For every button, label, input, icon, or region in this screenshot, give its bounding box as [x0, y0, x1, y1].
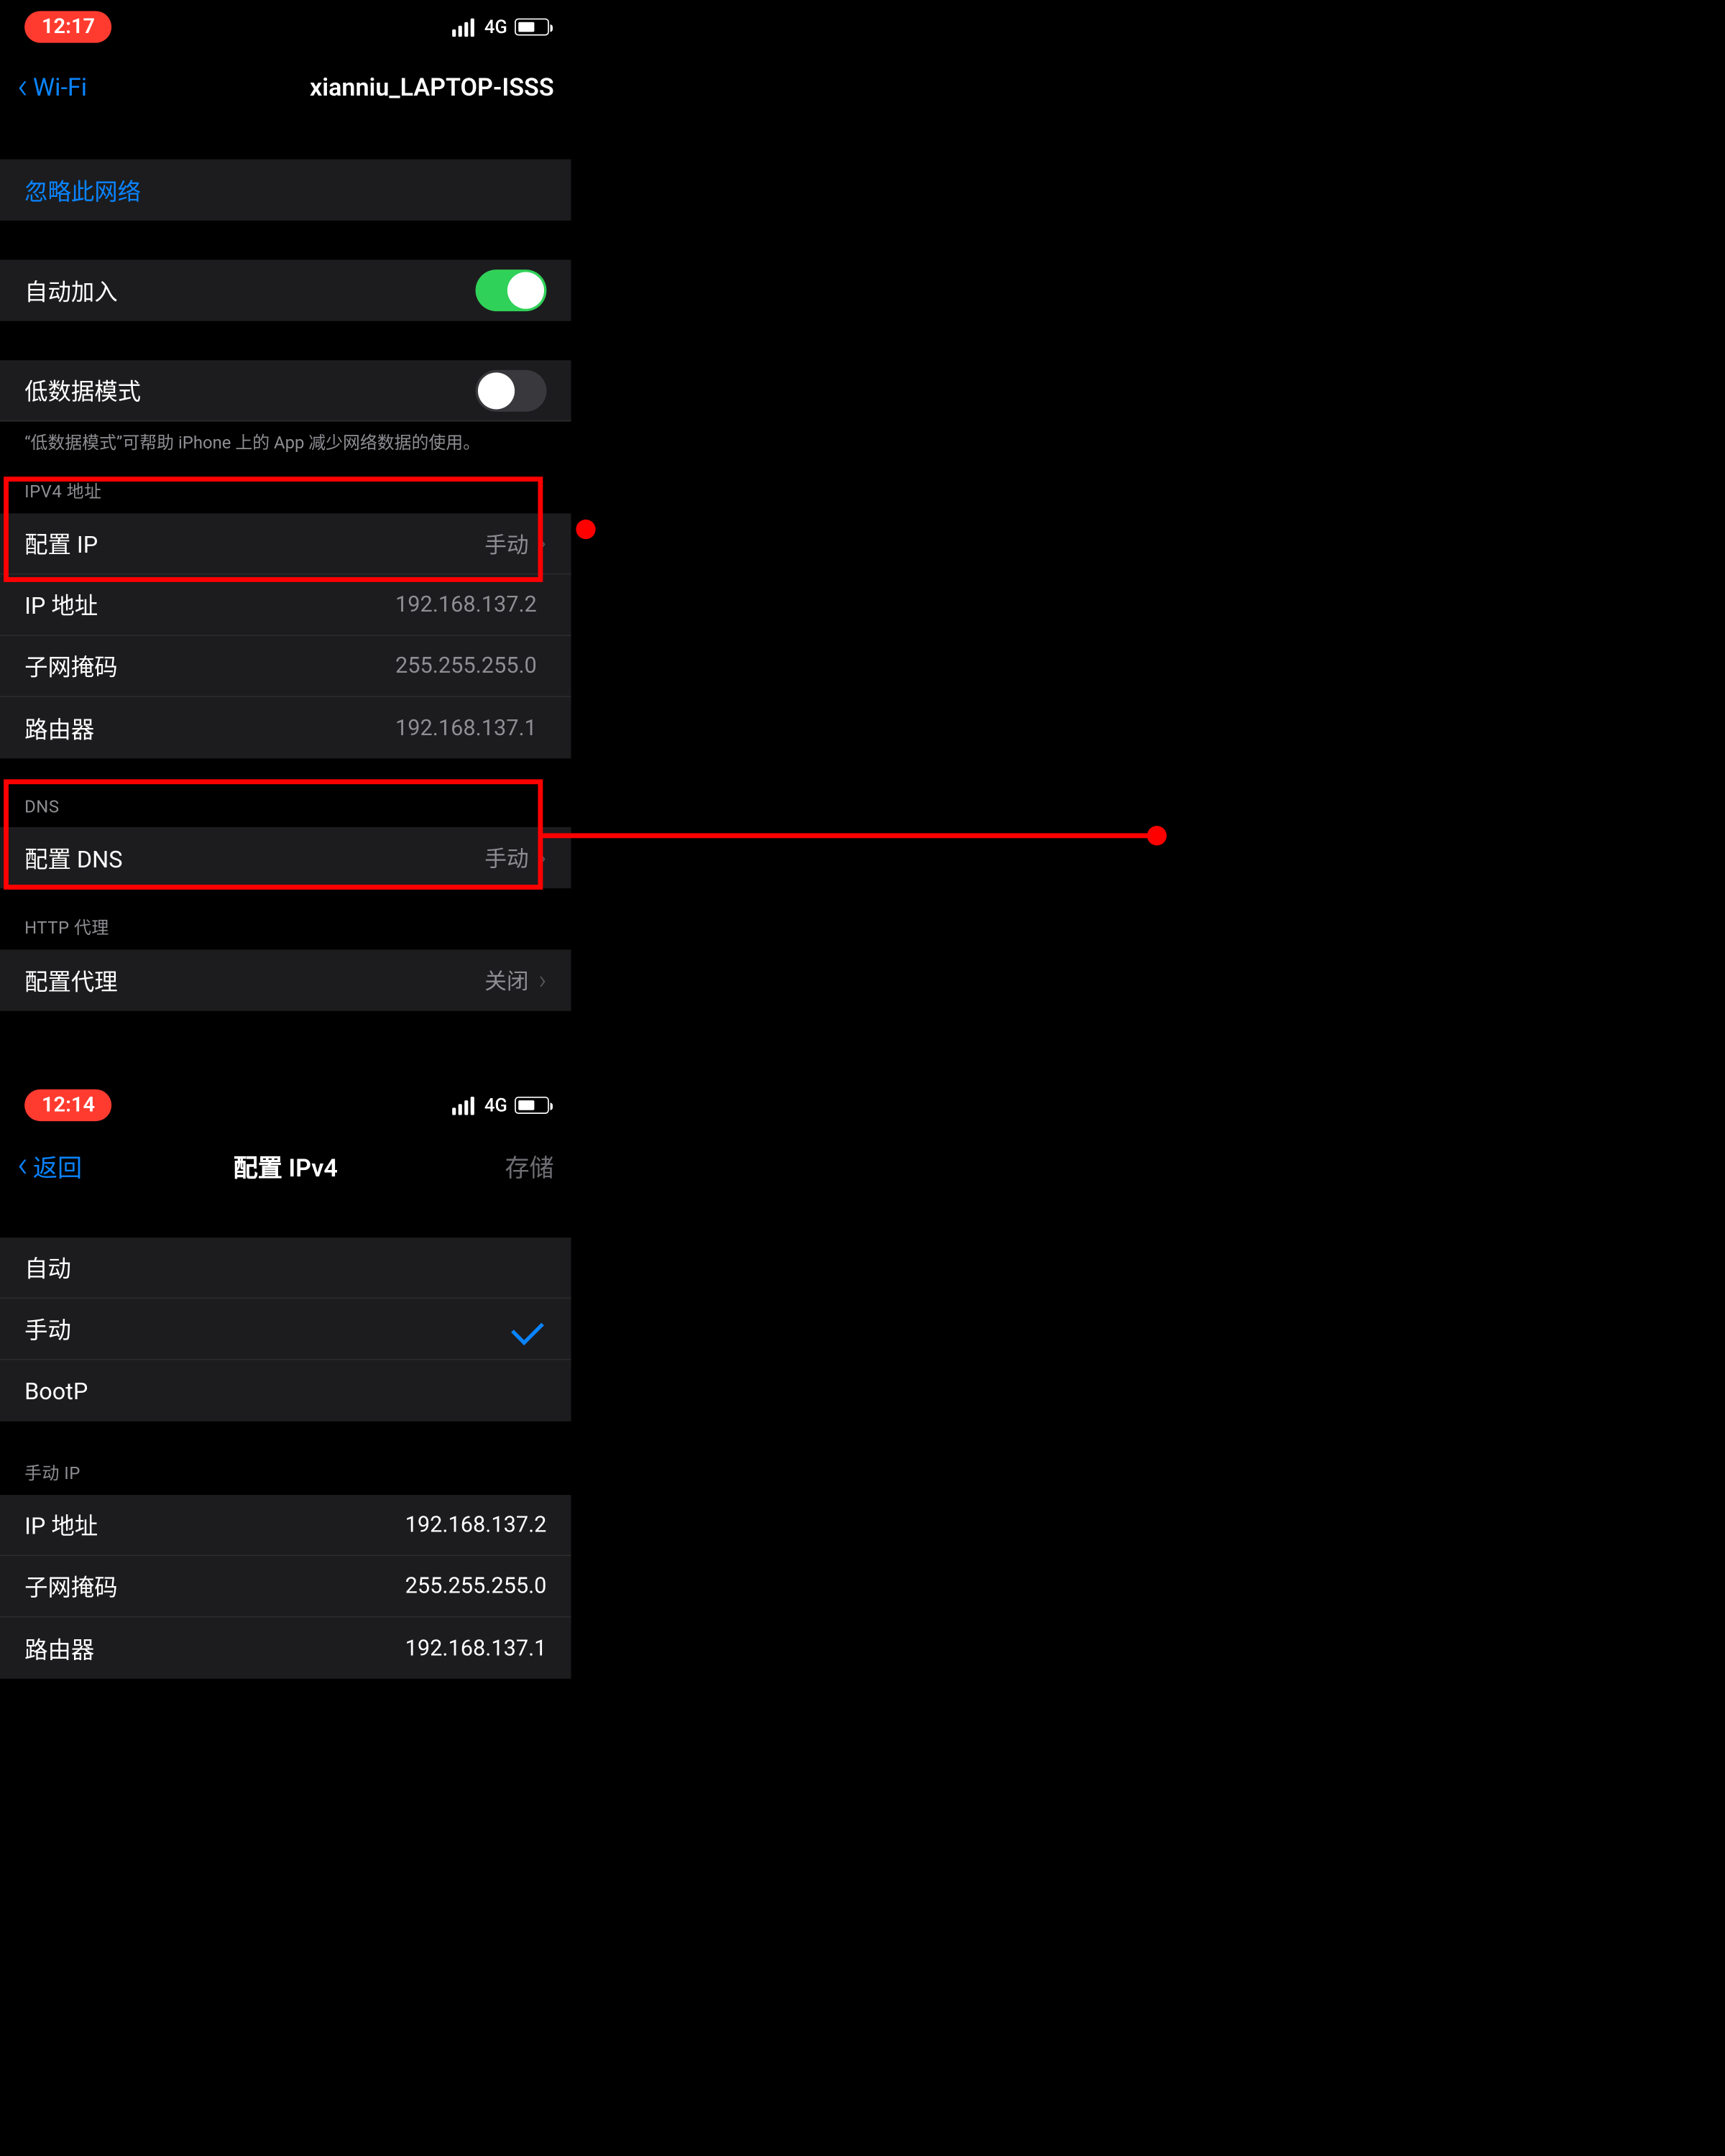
chevron-right-icon: ›	[538, 965, 546, 996]
dns-section-header: DNS	[0, 798, 571, 827]
manual-ip-header: 手动 IP	[0, 1460, 571, 1495]
battery-icon	[515, 19, 549, 36]
chevron-left-icon: ‹	[17, 1147, 28, 1184]
highlight-dot	[576, 520, 595, 539]
subnet-row: 子网掩码 255.255.255.0	[0, 636, 571, 697]
back-button[interactable]: ‹ Wi-Fi	[17, 68, 87, 105]
configure-proxy-value: 关闭	[484, 964, 528, 996]
option-auto-label: 自动	[24, 1251, 546, 1284]
router-row: 路由器 192.168.137.1	[0, 697, 571, 758]
auto-join-label: 自动加入	[24, 274, 475, 307]
configure-ip-label: 配置 IP	[24, 527, 484, 560]
nav-bar: ‹ Wi-Fi xianniu_LAPTOP-ISSS	[0, 54, 571, 120]
router-label: 路由器	[24, 711, 395, 745]
back-button[interactable]: ‹ 返回	[17, 1147, 82, 1184]
ip-address-label: IP 地址	[24, 588, 395, 621]
configure-dns-value: 手动	[484, 842, 528, 873]
screenshot-configure-ipv4: 12:14 4G ‹ 返回 配置 IPv4 存储 自动 手动	[0, 1078, 571, 2156]
save-button[interactable]: 存储	[505, 1148, 553, 1183]
nav-bar: ‹ 返回 配置 IPv4 存储	[0, 1132, 571, 1198]
subnet-label: 子网掩码	[24, 650, 395, 683]
configure-proxy-row[interactable]: 配置代理 关闭 ›	[0, 949, 571, 1010]
option-manual-label: 手动	[24, 1312, 546, 1345]
router-value: 192.168.137.1	[395, 715, 537, 741]
highlight-dot	[1147, 826, 1167, 845]
page-title: xianniu_LAPTOP-ISSS	[310, 73, 554, 102]
auto-join-toggle[interactable]	[476, 270, 547, 311]
configure-dns-label: 配置 DNS	[24, 841, 484, 874]
router-row[interactable]: 路由器 192.168.137.1	[0, 1618, 571, 1679]
low-data-row: 低数据模式	[0, 360, 571, 421]
screenshot-wifi-detail: 12:17 4G ‹ Wi-Fi xianniu_LAPTOP-ISSS 忽略此…	[0, 0, 571, 1078]
forget-network-button[interactable]: 忽略此网络	[0, 160, 571, 221]
recording-time-pill[interactable]: 12:14	[24, 1089, 112, 1121]
battery-icon	[515, 1097, 549, 1114]
router-value: 192.168.137.1	[405, 1635, 547, 1661]
forget-network-label: 忽略此网络	[24, 173, 546, 206]
router-label: 路由器	[24, 1631, 405, 1664]
chevron-right-icon: ›	[538, 528, 546, 559]
ipv4-section-header: IPV4 地址	[0, 479, 571, 514]
chevron-left-icon: ‹	[17, 68, 28, 105]
ip-address-label: IP 地址	[24, 1508, 405, 1542]
option-auto[interactable]: 自动	[0, 1238, 571, 1299]
subnet-row[interactable]: 子网掩码 255.255.255.0	[0, 1556, 571, 1617]
subnet-value: 255.255.255.0	[395, 653, 537, 679]
low-data-hint: “低数据模式”可帮助 iPhone 上的 App 减少网络数据的使用。	[0, 422, 571, 457]
back-label: 返回	[33, 1148, 82, 1183]
configure-proxy-label: 配置代理	[24, 964, 484, 997]
highlight-connector-line	[543, 833, 1153, 838]
back-label: Wi-Fi	[33, 73, 87, 102]
cellular-label: 4G	[484, 16, 507, 38]
proxy-section-header: HTTP 代理	[0, 916, 571, 950]
low-data-label: 低数据模式	[24, 374, 475, 407]
auto-join-row: 自动加入	[0, 259, 571, 321]
status-bar: 12:14 4G	[0, 1078, 571, 1132]
configure-dns-row[interactable]: 配置 DNS 手动 ›	[0, 827, 571, 888]
option-bootp[interactable]: BootP	[0, 1360, 571, 1422]
subnet-label: 子网掩码	[24, 1570, 405, 1603]
ip-address-row: IP 地址 192.168.137.2	[0, 575, 571, 636]
status-bar: 12:17 4G	[0, 0, 571, 54]
cellular-signal-icon	[453, 18, 475, 37]
ip-address-value: 192.168.137.2	[405, 1512, 547, 1538]
configure-ip-value: 手动	[484, 528, 528, 559]
page-title: 配置 IPv4	[0, 1148, 571, 1183]
chevron-right-icon: ›	[538, 842, 546, 873]
ip-address-row[interactable]: IP 地址 192.168.137.2	[0, 1495, 571, 1556]
subnet-value: 255.255.255.0	[405, 1573, 547, 1599]
recording-time-pill[interactable]: 12:17	[24, 11, 112, 42]
cellular-signal-icon	[453, 1096, 475, 1115]
ip-address-value: 192.168.137.2	[395, 592, 537, 618]
option-bootp-label: BootP	[24, 1377, 546, 1405]
option-manual[interactable]: 手动	[0, 1299, 571, 1360]
cellular-label: 4G	[484, 1095, 507, 1117]
low-data-toggle[interactable]	[476, 369, 547, 411]
configure-ip-row[interactable]: 配置 IP 手动 ›	[0, 513, 571, 574]
